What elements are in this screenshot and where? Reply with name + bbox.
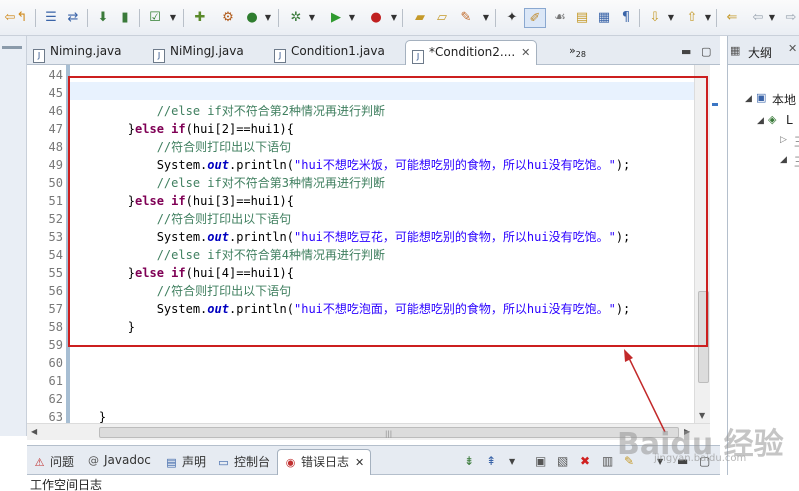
declaration-icon: ▤ — [166, 456, 177, 469]
open-log-icon[interactable]: ▥ — [602, 454, 613, 468]
import-log-icon[interactable]: ⇞ — [486, 454, 496, 468]
tab-label: 声明 — [182, 455, 207, 469]
console-icon: ▭ — [218, 456, 229, 469]
arrow-head — [624, 349, 633, 362]
tab-label: 控制台 — [234, 455, 271, 469]
delete-log-icon[interactable]: ▧ — [557, 454, 568, 468]
tab-label: 问题 — [50, 455, 75, 469]
tab-declaration[interactable]: ▤ 声明 — [165, 453, 206, 470]
error-log-content: 工作空间日志 — [27, 475, 799, 491]
eclipse-window: ⇦ ↰ ☰ ⇄ ⬇ ▮ ☑ ▼ ✚ ⚙ ● ▼ ✲ ▼ ▶ ▼ ● ▼ ▰ ▱ … — [0, 0, 799, 491]
tab-console[interactable]: ▭ 控制台 — [217, 453, 270, 470]
export-log-icon[interactable]: ⇟ — [464, 454, 474, 468]
annotation-arrow — [624, 349, 666, 433]
tab-label: Javadoc — [104, 453, 151, 467]
tab-problems[interactable]: ⚠ 问题 — [33, 453, 74, 470]
tab-label: 错误日志 — [301, 455, 350, 469]
tab-error-log[interactable]: ◉ 错误日志 ✕ — [277, 449, 372, 476]
chevron-down-icon[interactable]: ▼ — [509, 457, 515, 466]
watermark-url: jingyan.baidu.com — [654, 453, 747, 464]
close-icon[interactable]: ✕ — [355, 456, 364, 469]
problems-icon: ⚠ — [34, 456, 45, 469]
javadoc-icon: @ — [88, 454, 99, 467]
error-log-icon: ◉ — [285, 456, 296, 469]
workspace-log-label: 工作空间日志 — [30, 478, 103, 491]
tab-javadoc[interactable]: @ Javadoc — [87, 453, 151, 467]
clear-log-icon[interactable]: ▣ — [535, 454, 546, 468]
delete-icon[interactable]: ✖ — [580, 454, 590, 468]
